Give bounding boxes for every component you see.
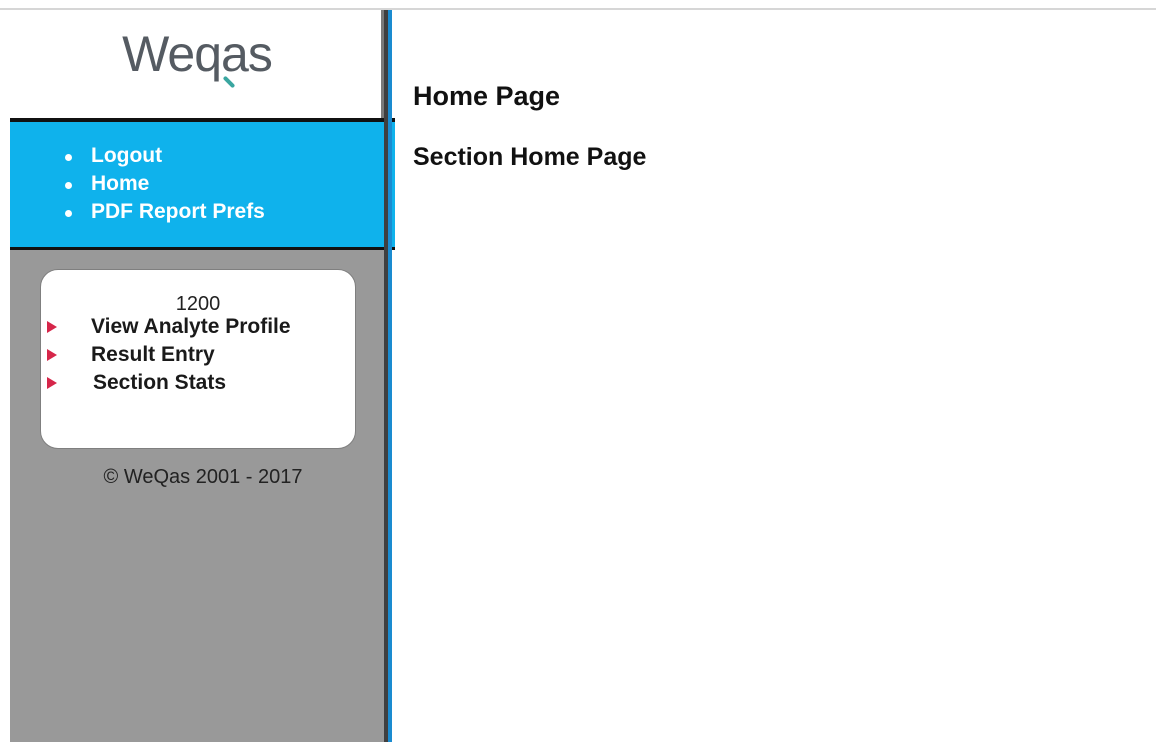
divider-blue [388,10,392,742]
arrow-right-icon [47,321,57,333]
nav-item-label: Logout [91,144,163,167]
section-stats-link[interactable]: Section Stats [93,370,226,396]
arrow-right-icon [47,377,57,389]
nav-item-home[interactable]: Home [65,170,265,198]
nav-band: Logout Home PDF Report Prefs [10,122,395,247]
section-number: 1200 [175,293,221,315]
copyright-text: © WeQas 2001 - 2017 [103,466,303,488]
result-entry-link[interactable]: Result Entry [91,342,215,368]
page: Weqas Logout Home PDF Report Prefs 1200 … [0,0,1156,742]
weqas-logo: Weqas [122,26,273,82]
nav-list: Logout Home PDF Report Prefs [65,142,265,226]
section-title: Section Home Page [413,143,647,171]
nav-item-logout[interactable]: Logout [65,142,265,170]
page-title: Home Page [413,81,561,111]
sidebar: Weqas Logout Home PDF Report Prefs 1200 … [10,10,395,742]
nav-item-label: PDF Report Prefs [91,200,265,223]
nav-item-label: Home [91,172,150,195]
arrow-right-icon [47,349,57,361]
sidebar-rule-bottom [10,247,395,250]
bullet-icon [65,210,72,217]
view-analyte-profile-link[interactable]: View Analyte Profile [91,314,291,340]
logo-box: Weqas [10,10,384,118]
bullet-icon [65,154,72,161]
bullet-icon [65,182,72,189]
nav-item-pdf-report-prefs[interactable]: PDF Report Prefs [65,198,265,226]
section-panel: 1200 View Analyte Profile Result Entry S… [40,269,356,449]
